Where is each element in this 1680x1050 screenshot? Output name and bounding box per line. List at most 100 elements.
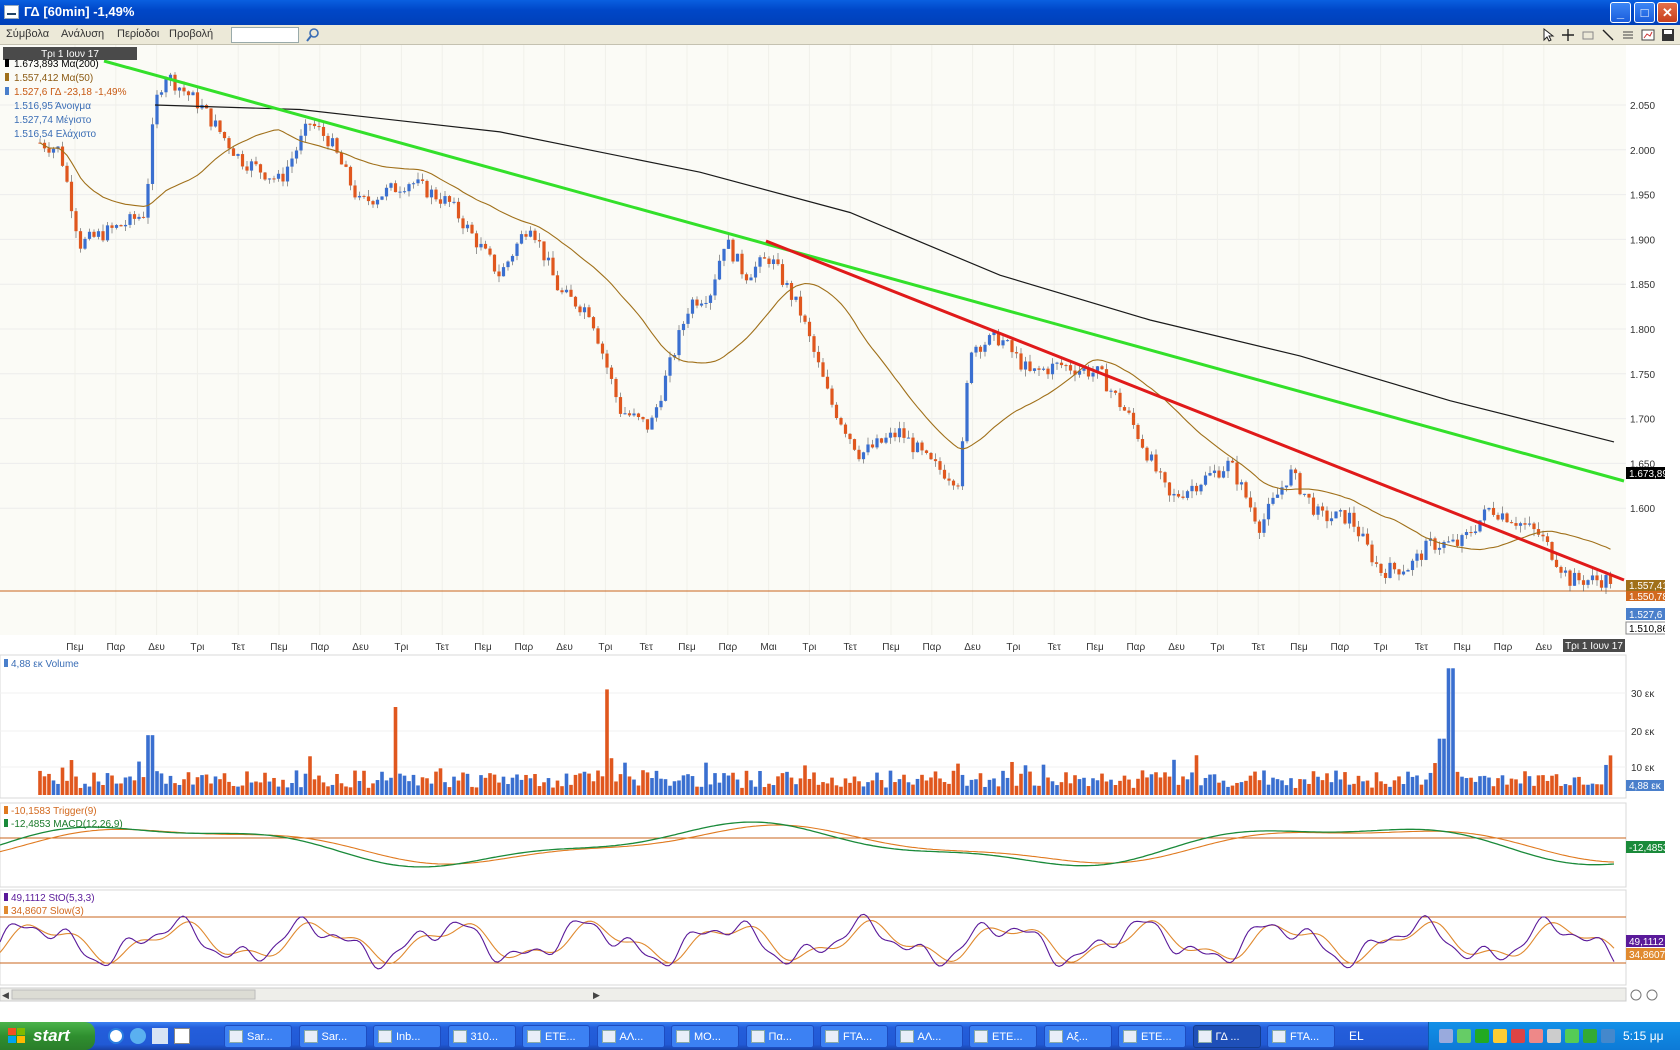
candle (398, 191, 402, 193)
volume-bar (1257, 780, 1262, 795)
volume-bar (353, 770, 357, 795)
volume-bar (708, 784, 713, 795)
antivirus-icon[interactable] (1511, 1029, 1525, 1043)
candle (429, 189, 434, 198)
nvidia-icon[interactable] (1583, 1029, 1597, 1043)
candle (1293, 469, 1298, 474)
candle (1118, 392, 1122, 408)
lines-tool-icon[interactable] (1620, 27, 1636, 43)
symbol-search-input[interactable] (231, 27, 299, 43)
volume-bar (1365, 780, 1370, 795)
volume-bar (1343, 772, 1347, 795)
candle (1586, 580, 1590, 585)
search-icon[interactable] (305, 27, 321, 43)
candle (1554, 559, 1559, 567)
chart-area[interactable]: Πεμ Παρ Δευ Τρι Τετ Πεμ Παρ Δευ Τρι Τετ Πεμ Παρ Δευ Τ… (0, 45, 1665, 1005)
taskbar-button[interactable]: 310... (447, 1025, 516, 1048)
candle (303, 123, 308, 136)
rectangle-tool-icon[interactable] (1580, 27, 1596, 43)
browser-icon[interactable] (130, 1028, 146, 1044)
menu-analysis[interactable]: Ανάλυση (61, 28, 104, 40)
messenger-icon[interactable] (1493, 1029, 1507, 1043)
menu-view[interactable]: Προβολή (169, 28, 213, 40)
taskbar-button[interactable]: AΛ... (894, 1025, 963, 1048)
candle (1406, 570, 1410, 572)
zoom-out-icon[interactable] (1630, 989, 1642, 1001)
taskbar-button[interactable]: AΛ... (596, 1025, 665, 1048)
volume-bar (416, 785, 420, 795)
user-icon[interactable] (1457, 1029, 1471, 1043)
taskbar-button[interactable]: Sar... (298, 1025, 367, 1048)
scroll-left-icon[interactable]: ◀ (2, 990, 9, 1000)
volume-bar (1370, 787, 1374, 795)
volume-bar (1442, 738, 1446, 795)
candle (1154, 454, 1158, 472)
candle (488, 248, 492, 255)
line-tool-icon[interactable] (1600, 27, 1616, 43)
volume-bar (965, 785, 969, 795)
taskbar-button[interactable]: Sar... (224, 1025, 292, 1048)
scroll-thumb[interactable] (11, 989, 256, 1000)
volume-bar (722, 773, 726, 795)
menu-symbols[interactable]: Σύμβολα (6, 28, 49, 40)
desktop-icon[interactable] (174, 1028, 190, 1044)
language-indicator[interactable]: EL (1349, 1029, 1364, 1043)
taskbar-button[interactable]: ETE... (1118, 1025, 1186, 1048)
taskbar-button[interactable]: ETE... (969, 1025, 1037, 1048)
volume-bar (141, 777, 146, 795)
taskbar-button[interactable]: Πα... (745, 1025, 814, 1048)
taskbar-button[interactable]: Inb... (373, 1025, 441, 1048)
volume-bar (573, 774, 578, 795)
minimize-button[interactable]: _ (1610, 2, 1631, 23)
volume-icon[interactable] (1601, 1029, 1615, 1043)
maximize-button[interactable]: □ (1634, 2, 1655, 23)
taskbar-button[interactable]: MO... (671, 1025, 739, 1048)
candle (1172, 493, 1176, 496)
network-icon[interactable] (1439, 1029, 1453, 1043)
taskbar-button[interactable]: FTA... (1267, 1025, 1335, 1048)
battery-icon[interactable] (1565, 1029, 1579, 1043)
save-icon[interactable] (1660, 27, 1676, 43)
candle (812, 336, 816, 352)
app-task-icon (527, 1030, 541, 1043)
taskbar-button[interactable]: ETE... (522, 1025, 590, 1048)
taskbar-button[interactable]: ΓΔ ... (1192, 1025, 1261, 1048)
candle (150, 124, 155, 184)
volume-bar (614, 781, 618, 795)
volume-bar (1604, 764, 1608, 795)
close-button[interactable]: ✕ (1657, 2, 1678, 23)
volume-bar (789, 777, 794, 795)
media-icon[interactable] (152, 1028, 168, 1044)
ie-icon[interactable] (108, 1028, 124, 1044)
taskbar-button[interactable]: Αξ... (1043, 1025, 1112, 1048)
candle (767, 258, 771, 265)
volume-bar (699, 786, 704, 795)
candle (1365, 533, 1370, 545)
volume-bar (78, 787, 83, 795)
time-tick-label: Τετ (1251, 642, 1264, 653)
candle (443, 196, 447, 204)
display-icon[interactable] (1547, 1029, 1561, 1043)
zoom-in-icon[interactable] (1646, 989, 1658, 1001)
time-tick-label: Μαι (760, 642, 776, 653)
candle (897, 428, 902, 438)
volume-bar (1280, 780, 1284, 795)
pointer-tool-icon[interactable] (1540, 27, 1556, 43)
price-tick-label: 1.600 (1630, 504, 1655, 515)
candle (1487, 507, 1491, 510)
start-button[interactable]: start (0, 1022, 95, 1050)
price-swatch (5, 87, 9, 95)
shield-icon[interactable] (1475, 1029, 1489, 1043)
candle (1158, 471, 1163, 473)
menu-periods[interactable]: Περίοδοι (117, 28, 159, 40)
taskbar-button[interactable]: FTA... (820, 1025, 888, 1048)
candle (803, 315, 807, 322)
open-legend: 1.516,95 Άνοιγμα (14, 101, 91, 112)
volume-bar (501, 776, 506, 795)
volume-bar (474, 787, 479, 795)
chart-tool-icon[interactable] (1640, 27, 1656, 43)
volume-bar (200, 775, 204, 795)
scroll-right-icon[interactable]: ▶ (593, 990, 600, 1000)
update-icon[interactable] (1529, 1029, 1543, 1043)
crosshair-tool-icon[interactable] (1560, 27, 1576, 43)
